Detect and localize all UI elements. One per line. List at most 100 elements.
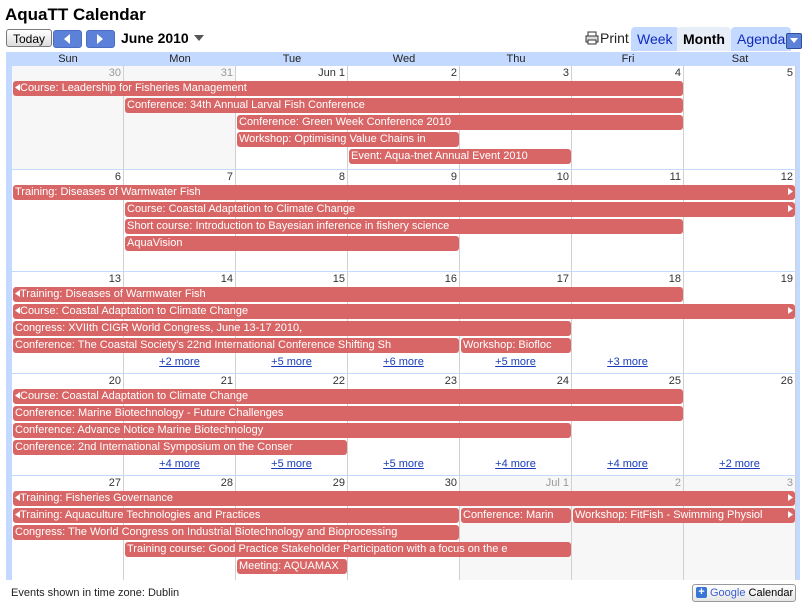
calendar-event[interactable]: Meeting: AQUAMAX (237, 559, 347, 574)
day-cell[interactable]: 19 (684, 272, 796, 373)
badge-calendar: Calendar (748, 587, 794, 599)
weekday-header-wed: Wed (392, 53, 416, 65)
calendar-event[interactable]: Conference: Marin (461, 508, 571, 523)
day-number[interactable]: 17 (557, 273, 569, 285)
day-number[interactable]: 31 (221, 67, 233, 79)
day-number[interactable]: 20 (109, 375, 121, 387)
tab-agenda[interactable]: Agenda (731, 27, 792, 51)
calendar-event[interactable]: Training course: Good Practice Stakehold… (125, 542, 571, 557)
more-events-link[interactable]: +3 more (572, 356, 683, 368)
chevron-down-icon[interactable] (194, 35, 204, 41)
event-title: Conference: Advance Notice Marine Biotec… (15, 424, 264, 436)
week-row: 6 7 8 9 10 11 12 Training: Diseases of Warmwate… (12, 170, 801, 271)
day-number[interactable]: 28 (221, 477, 233, 489)
day-number[interactable]: 16 (445, 273, 457, 285)
calendar-event[interactable]: Training: Diseases of Warmwater Fish (13, 287, 683, 302)
day-number[interactable]: 4 (675, 67, 681, 79)
day-number[interactable]: 6 (115, 171, 121, 183)
calendar-event[interactable]: Course: Coastal Adaptation to Climate Ch… (13, 389, 683, 404)
day-number[interactable]: 27 (109, 477, 121, 489)
day-cell[interactable]: 5 (684, 66, 796, 169)
view-menu-button[interactable] (786, 33, 802, 49)
calendar-event[interactable]: Conference: Green Week Conference 2010 (237, 115, 683, 130)
calendar-event[interactable]: Conference: The Coastal Society's 22nd I… (13, 338, 459, 353)
timezone-note: Events shown in time zone: Dublin (11, 587, 180, 599)
calendar-event[interactable]: Workshop: Optimising Value Chains in (237, 132, 459, 147)
chevron-right-icon (97, 34, 103, 44)
more-events-link[interactable]: +4 more (124, 458, 235, 470)
day-number[interactable]: 13 (109, 273, 121, 285)
calendar-event[interactable]: Conference: 34th Annual Larval Fish Conf… (125, 98, 683, 113)
calendar-event[interactable]: Conference: Marine Biotechnology - Futur… (13, 406, 683, 421)
calendar-event[interactable]: Course: Leadership for Fisheries Managem… (13, 81, 683, 96)
event-title: Conference: Marine Biotechnology - Futur… (15, 407, 284, 419)
continues-right-icon (788, 202, 793, 217)
event-title: Course: Coastal Adaptation to Climate Ch… (127, 203, 356, 215)
calendar-event[interactable]: Workshop: FitFish - Swimming Physiol (573, 508, 795, 523)
chevron-down-icon (790, 38, 798, 43)
calendar-event[interactable]: Training: Fisheries Governance (13, 491, 795, 506)
day-number[interactable]: 5 (787, 67, 793, 79)
google-calendar-badge[interactable]: + Google Calendar (692, 584, 796, 602)
next-button[interactable] (86, 30, 115, 48)
calendar-event[interactable]: Course: Coastal Adaptation to Climate Ch… (13, 304, 795, 319)
print-button[interactable]: Print (585, 30, 629, 48)
more-events-link[interactable]: +4 more (572, 458, 683, 470)
day-number[interactable]: 11 (670, 171, 681, 183)
tab-week[interactable]: Week (631, 27, 679, 51)
prev-button[interactable] (53, 30, 82, 48)
more-events-link[interactable]: +4 more (460, 458, 571, 470)
day-number[interactable]: 18 (669, 273, 681, 285)
calendar-event[interactable]: Workshop: Biofloc (461, 338, 571, 353)
more-events-link[interactable]: +5 more (460, 356, 571, 368)
day-number[interactable]: 26 (781, 375, 793, 387)
more-events-link[interactable]: +2 more (684, 458, 795, 470)
tab-month[interactable]: Month (677, 27, 731, 51)
day-number[interactable]: 30 (445, 477, 457, 489)
printer-icon (585, 31, 599, 48)
calendar-title: AquaTT Calendar (5, 5, 146, 24)
week-row: 30 31 Jun 1 2 3 4 5 Course: Leadership for Fish… (12, 66, 801, 169)
day-number[interactable]: 7 (227, 171, 233, 183)
more-events-link[interactable]: +5 more (348, 458, 459, 470)
day-number[interactable]: 21 (221, 375, 233, 387)
day-number[interactable]: 29 (333, 477, 345, 489)
calendar-event[interactable]: Training: Aquaculture Technologies and P… (13, 508, 459, 523)
event-title: Conference: Green Week Conference 2010 (239, 116, 451, 128)
day-number[interactable]: 23 (445, 375, 457, 387)
more-events-link[interactable]: +5 more (236, 356, 347, 368)
day-number[interactable]: 22 (333, 375, 345, 387)
day-number[interactable]: 3 (563, 67, 569, 79)
day-number[interactable]: 19 (781, 273, 793, 285)
more-events-link[interactable]: +5 more (236, 458, 347, 470)
more-events-link[interactable]: +2 more (124, 356, 235, 368)
calendar-event[interactable]: Congress: The World Congress on Industri… (13, 525, 459, 540)
day-number[interactable]: 2 (675, 477, 681, 489)
day-number[interactable]: 8 (339, 171, 345, 183)
day-number[interactable]: 9 (451, 171, 457, 183)
calendar-event[interactable]: Short course: Introduction to Bayesian i… (125, 219, 683, 234)
day-number[interactable]: 14 (221, 273, 233, 285)
calendar-event[interactable]: Course: Coastal Adaptation to Climate Ch… (125, 202, 795, 217)
day-number[interactable]: 30 (109, 67, 121, 79)
day-number[interactable]: 12 (781, 171, 793, 183)
more-events-link[interactable]: +6 more (348, 356, 459, 368)
calendar-event[interactable]: AquaVision (125, 236, 459, 251)
day-number[interactable]: 15 (333, 273, 345, 285)
day-number[interactable]: Jun 1 (318, 67, 345, 79)
day-number[interactable]: Jul 1 (546, 477, 569, 489)
calendar-event[interactable]: Congress: XVIIth CIGR World Congress, Ju… (13, 321, 571, 336)
day-number[interactable]: 10 (557, 171, 569, 183)
event-title: Training: Aquaculture Technologies and P… (20, 509, 261, 521)
calendar-event[interactable]: Event: Aqua-tnet Annual Event 2010 (349, 149, 571, 164)
day-number[interactable]: 3 (787, 477, 793, 489)
month-grid: Sun Mon Tue Wed Thu Fri Sat 30 31 Jun 1 2 3 4 5 Course… (6, 52, 800, 580)
calendar-event[interactable]: Conference: 2nd International Symposium … (13, 440, 347, 455)
day-number[interactable]: 24 (557, 375, 569, 387)
today-button[interactable]: Today (6, 29, 53, 47)
calendar-event[interactable]: Conference: Advance Notice Marine Biotec… (13, 423, 571, 438)
day-number[interactable]: 25 (669, 375, 681, 387)
calendar-event[interactable]: Training: Diseases of Warmwater Fish (13, 185, 795, 200)
day-number[interactable]: 2 (451, 67, 457, 79)
event-title: Training: Diseases of Warmwater Fish (15, 186, 201, 198)
